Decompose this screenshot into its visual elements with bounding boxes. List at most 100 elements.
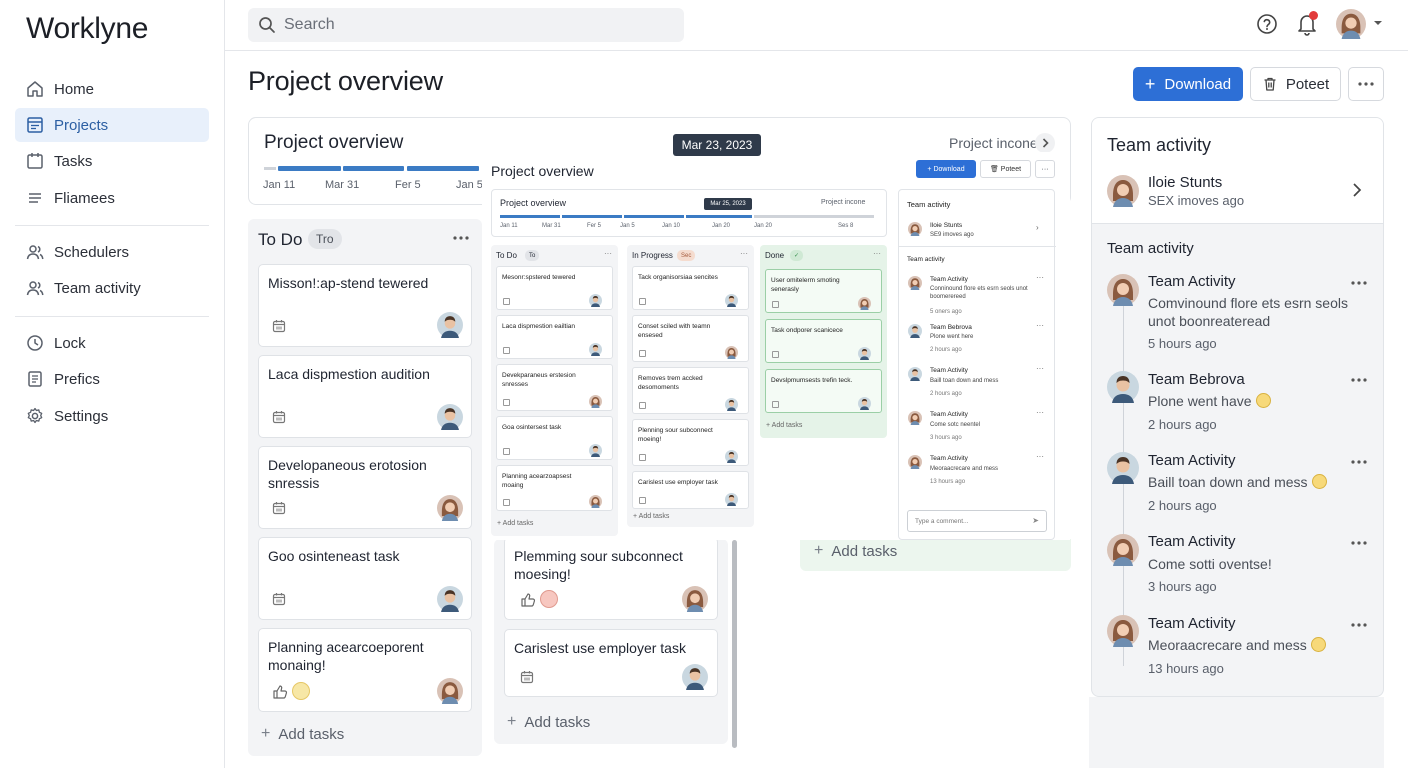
more-icon[interactable] (1350, 458, 1368, 466)
preview-add-task-button[interactable]: + Add tasks (633, 513, 669, 520)
more-icon[interactable]: ··· (873, 249, 881, 258)
calendar-icon (639, 497, 646, 504)
preview-task-card[interactable]: Mesonr:spstered tewered (496, 266, 613, 310)
search-input[interactable] (284, 16, 664, 34)
more-icon[interactable]: ··· (1036, 321, 1044, 330)
task-card[interactable]: Plemming sour subconnect moesing! (504, 537, 718, 620)
preview-poteet-button[interactable]: 🗑 Poteet (980, 160, 1031, 178)
preview-activity-text: Plone went here (930, 334, 974, 340)
search-icon (259, 17, 275, 33)
more-icon[interactable] (452, 233, 470, 243)
avatar (908, 222, 922, 236)
add-task-label: Add tasks (524, 713, 591, 731)
preview-add-task-button[interactable]: + Add tasks (497, 520, 533, 527)
add-task-button[interactable]: + Add tasks (261, 725, 344, 743)
sidebar-item-prefics[interactable]: Prefics (15, 362, 209, 396)
sidebar-item-lock[interactable]: Lock (15, 326, 209, 360)
more-icon[interactable]: ··· (1036, 408, 1044, 417)
help-icon[interactable] (1256, 13, 1278, 35)
sidebar-item-settings[interactable]: Settings (15, 399, 209, 433)
chevron-down-icon[interactable] (1373, 19, 1383, 27)
activity-time: 2 hours ago (1148, 417, 1217, 432)
more-icon[interactable]: ··· (1036, 364, 1044, 373)
chevron-right-icon[interactable]: › (1036, 223, 1039, 232)
emoji-reaction-icon[interactable] (292, 682, 310, 700)
column-scrollbar[interactable] (732, 540, 737, 748)
avatar (589, 395, 602, 408)
sidebar-item-fliamees[interactable]: Fliamees (15, 181, 209, 215)
sidebar-item-schedulers[interactable]: Schedulers (15, 235, 209, 269)
task-card[interactable]: Carislest use employer task (504, 629, 718, 697)
preview-task-card[interactable]: Devekparaneus erstesion snresses (496, 364, 613, 411)
send-icon[interactable]: ➤ (1032, 516, 1039, 525)
preview-task-title: User omitelerm smoting senerasly (771, 277, 840, 293)
preview-task-card[interactable]: Tack organisorsiaa sencites (632, 266, 749, 310)
activity-time: 5 hours ago (1148, 336, 1217, 351)
in-progress-column: Plemming sour subconnect moesing! Carisl… (494, 537, 728, 744)
task-card[interactable]: Developaneous erotosion snressis (258, 446, 472, 529)
preview-more-button[interactable]: ··· (1035, 160, 1055, 178)
preview-task-card[interactable]: Task ondporer scanicece (765, 319, 882, 363)
preview-task-card[interactable]: Planning acearzoapsest moaing (496, 465, 613, 511)
more-icon[interactable]: ··· (604, 249, 612, 258)
download-button[interactable]: + Download (1133, 67, 1243, 101)
avatar (908, 276, 922, 290)
thumbs-up-icon[interactable] (520, 592, 536, 608)
task-card[interactable]: Planning acearcoeporent monaing! (258, 628, 472, 712)
sidebar-item-tasks[interactable]: Tasks (15, 144, 209, 178)
add-task-label: Add tasks (278, 725, 345, 743)
preview-task-card[interactable]: Goa osintersest task (496, 416, 613, 460)
more-icon[interactable]: ··· (1036, 452, 1044, 461)
calendar-icon (503, 347, 510, 354)
preview-team-activity: Team activity Iloie Stunts SE9 imoves ag… (898, 189, 1056, 540)
sidebar-item-team-activity[interactable]: Team activity (15, 271, 209, 305)
poteet-button[interactable]: Poteet (1250, 67, 1341, 101)
avatar (1107, 452, 1139, 484)
preview-comment-input[interactable]: Type a comment... ➤ (907, 510, 1047, 532)
preview-task-card[interactable]: Carislest use employer task (632, 471, 749, 509)
preview-task-card[interactable]: Laca dispmestion eailtian (496, 315, 613, 359)
sidebar-item-projects[interactable]: Projects (15, 108, 209, 142)
project-income-link[interactable]: Project incone (949, 135, 1038, 151)
task-card[interactable]: Laca dispmestion audition (258, 355, 472, 438)
task-title: Misson!:ap-stend tewered (268, 275, 429, 291)
calendar-icon (639, 402, 646, 409)
add-task-button[interactable]: + Add tasks (814, 542, 897, 560)
preview-task-card[interactable]: Conset sciled with teamn ensesed (632, 315, 749, 362)
chevron-right-icon[interactable] (1350, 182, 1364, 198)
preview-task-card[interactable]: Plenning sour subconnect moeing! (632, 419, 749, 466)
activity-name: Team Bebrova (1148, 371, 1245, 388)
search-box[interactable] (248, 8, 684, 42)
more-icon[interactable] (1350, 539, 1368, 547)
calendar-icon (272, 501, 286, 515)
avatar (589, 444, 602, 457)
sidebar-item-home[interactable]: Home (15, 72, 209, 106)
user-avatar[interactable] (1336, 9, 1366, 39)
more-options-button[interactable] (1348, 67, 1384, 101)
preview-task-card[interactable]: Removes trem accked desomoments (632, 367, 749, 414)
preview-add-task-button[interactable]: + Add tasks (766, 422, 802, 429)
task-card[interactable]: Goo osinteneast task (258, 537, 472, 620)
avatar (1107, 615, 1139, 647)
timeline-label: Mar 31 (542, 223, 561, 229)
activity-name: Team Activity (1148, 273, 1236, 290)
more-icon[interactable] (1350, 621, 1368, 629)
preview-task-card[interactable]: Devslpmumsests trefin teck. (765, 369, 882, 413)
task-card[interactable]: Misson!:ap-stend tewered (258, 264, 472, 347)
emoji-icon (1310, 637, 1326, 652)
more-icon[interactable] (1350, 279, 1368, 287)
avatar (908, 367, 922, 381)
add-task-button[interactable]: + Add tasks (507, 713, 590, 731)
emoji-reaction-icon[interactable] (540, 590, 558, 608)
preview-task-title: Laca dispmestion eailtian (502, 323, 575, 330)
thumbs-up-icon[interactable] (272, 684, 288, 700)
preview-task-card[interactable]: User omitelerm smoting senerasly (765, 269, 882, 313)
more-icon[interactable]: ··· (740, 249, 748, 258)
more-icon (1357, 80, 1375, 88)
avatar (682, 664, 708, 690)
more-icon[interactable]: ··· (1036, 273, 1044, 282)
chevron-right-icon[interactable] (1035, 133, 1055, 153)
activity-name: Team Activity (1148, 452, 1236, 469)
preview-download-button[interactable]: + Download (916, 160, 976, 178)
more-icon[interactable] (1350, 376, 1368, 384)
